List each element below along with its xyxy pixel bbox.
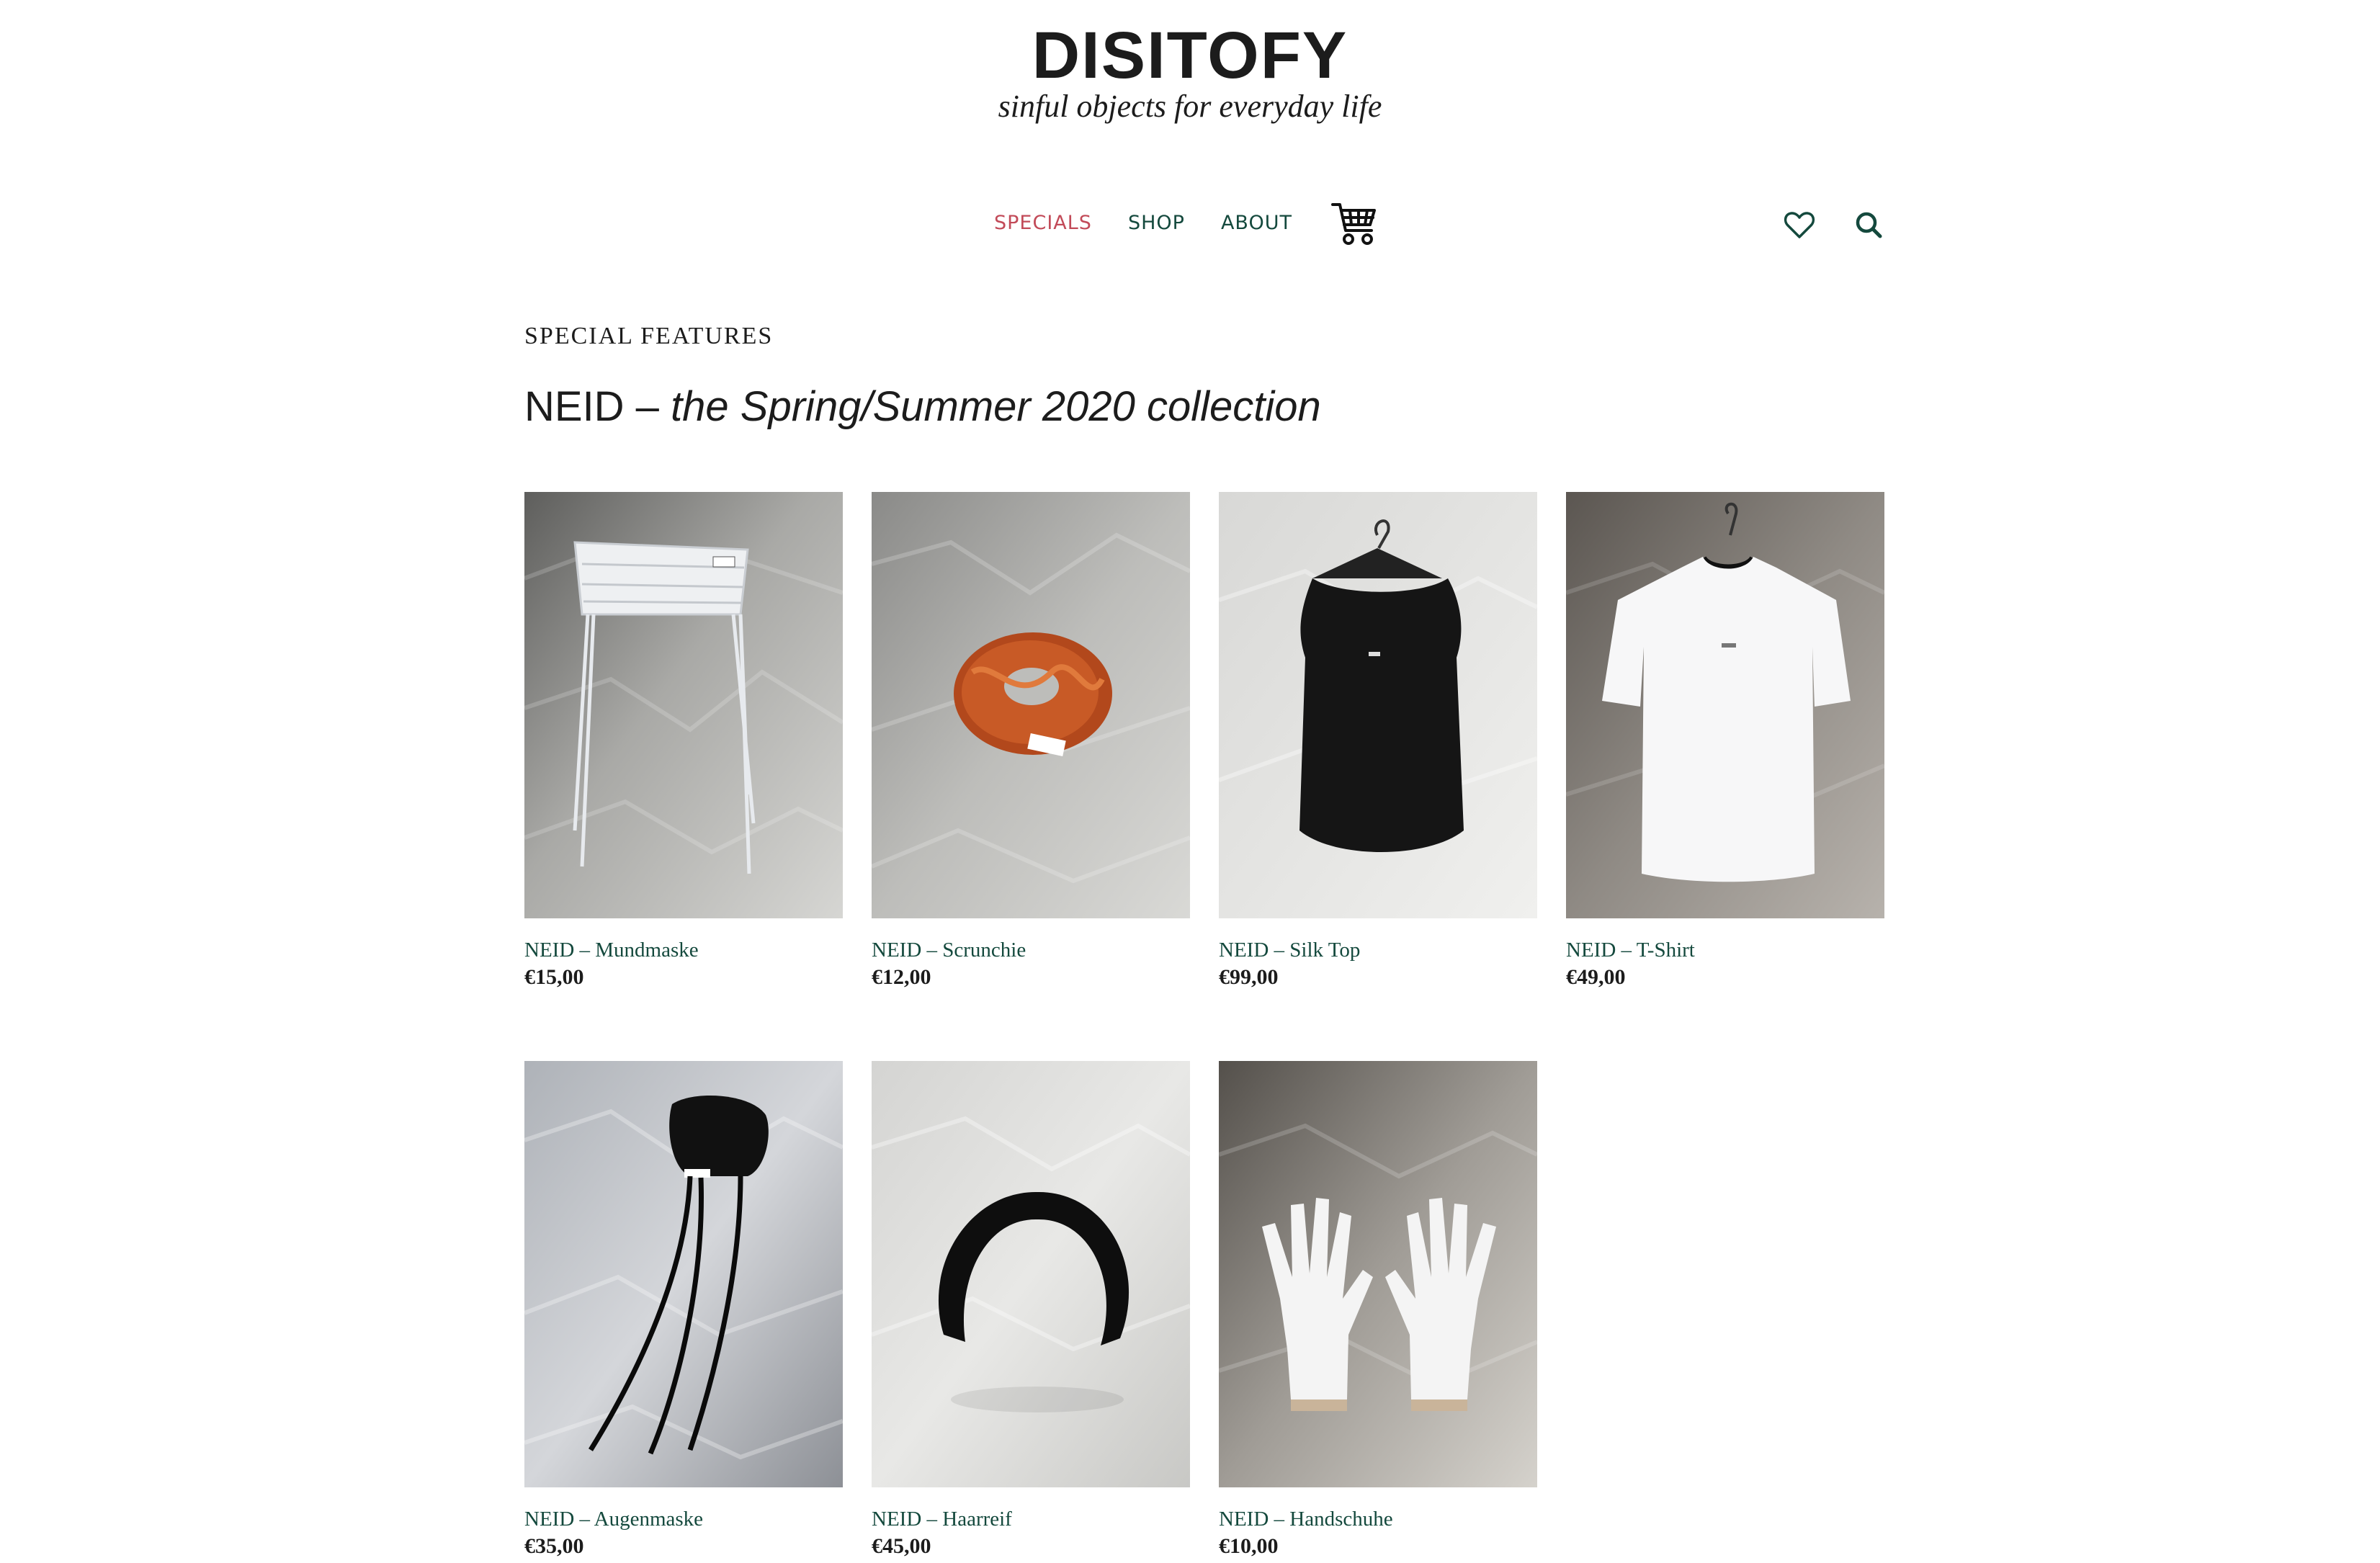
- nav-item-about[interactable]: ABOUT: [1221, 194, 1292, 252]
- product-image-gloves[interactable]: [1219, 1061, 1537, 1487]
- site-logo[interactable]: DISITOFY: [0, 16, 2380, 95]
- page-title: NEID – the Spring/Summer 2020 collection: [524, 378, 1321, 436]
- product-card[interactable]: NEID – Silk Top €99,00: [1219, 492, 1537, 990]
- product-card[interactable]: NEID – Handschuhe €10,00: [1219, 1061, 1537, 1559]
- title-italic: the Spring/Summer 2020 collection: [671, 383, 1321, 430]
- shopping-cart-icon[interactable]: [1328, 197, 1380, 249]
- product-card[interactable]: NEID – Augenmaske €35,00: [524, 1061, 843, 1559]
- product-card[interactable]: NEID – T-Shirt €49,00: [1566, 492, 1884, 990]
- product-grid: NEID – Mundmaske €15,00 NEID – Scrunchie…: [524, 492, 1886, 1559]
- section-eyebrow: SPECIAL FEATURES: [524, 323, 774, 349]
- nav-item-specials[interactable]: SPECIALS: [994, 194, 1092, 252]
- product-image-headband[interactable]: [872, 1061, 1190, 1487]
- product-image-scrunchie[interactable]: [872, 492, 1190, 918]
- product-name[interactable]: NEID – T-Shirt: [1566, 937, 1884, 963]
- product-name[interactable]: NEID – Augenmaske: [524, 1506, 843, 1532]
- product-image-silk-top[interactable]: [1219, 492, 1537, 918]
- title-prefix: NEID –: [524, 383, 671, 430]
- product-card[interactable]: NEID – Haarreif €45,00: [872, 1061, 1190, 1559]
- product-price: €12,00: [872, 965, 931, 989]
- product-name[interactable]: NEID – Silk Top: [1219, 937, 1537, 963]
- product-image-mouth-mask[interactable]: [524, 492, 843, 918]
- product-card[interactable]: NEID – Scrunchie €12,00: [872, 492, 1190, 990]
- product-image-t-shirt[interactable]: [1566, 492, 1884, 918]
- product-price: €15,00: [524, 965, 584, 989]
- product-image-eye-mask[interactable]: [524, 1061, 843, 1487]
- nav-item-shop[interactable]: SHOP: [1128, 194, 1185, 252]
- product-price: €45,00: [872, 1534, 931, 1558]
- product-price: €35,00: [524, 1534, 584, 1558]
- product-name[interactable]: NEID – Haarreif: [872, 1506, 1190, 1532]
- utility-icons: [1782, 207, 1886, 242]
- product-name[interactable]: NEID – Scrunchie: [872, 937, 1190, 963]
- site-tagline: sinful objects for everyday life: [998, 89, 1382, 124]
- product-card[interactable]: NEID – Mundmaske €15,00: [524, 492, 843, 990]
- product-name[interactable]: NEID – Mundmaske: [524, 937, 843, 963]
- page: DISITOFY sinful objects for everyday lif…: [0, 0, 2380, 1563]
- main-nav: SPECIALS SHOP ABOUT: [994, 194, 1380, 252]
- heart-icon[interactable]: [1782, 207, 1817, 242]
- product-name[interactable]: NEID – Handschuhe: [1219, 1506, 1537, 1532]
- product-price: €99,00: [1219, 965, 1279, 989]
- product-price: €10,00: [1219, 1534, 1279, 1558]
- search-icon[interactable]: [1851, 207, 1886, 242]
- product-price: €49,00: [1566, 965, 1626, 989]
